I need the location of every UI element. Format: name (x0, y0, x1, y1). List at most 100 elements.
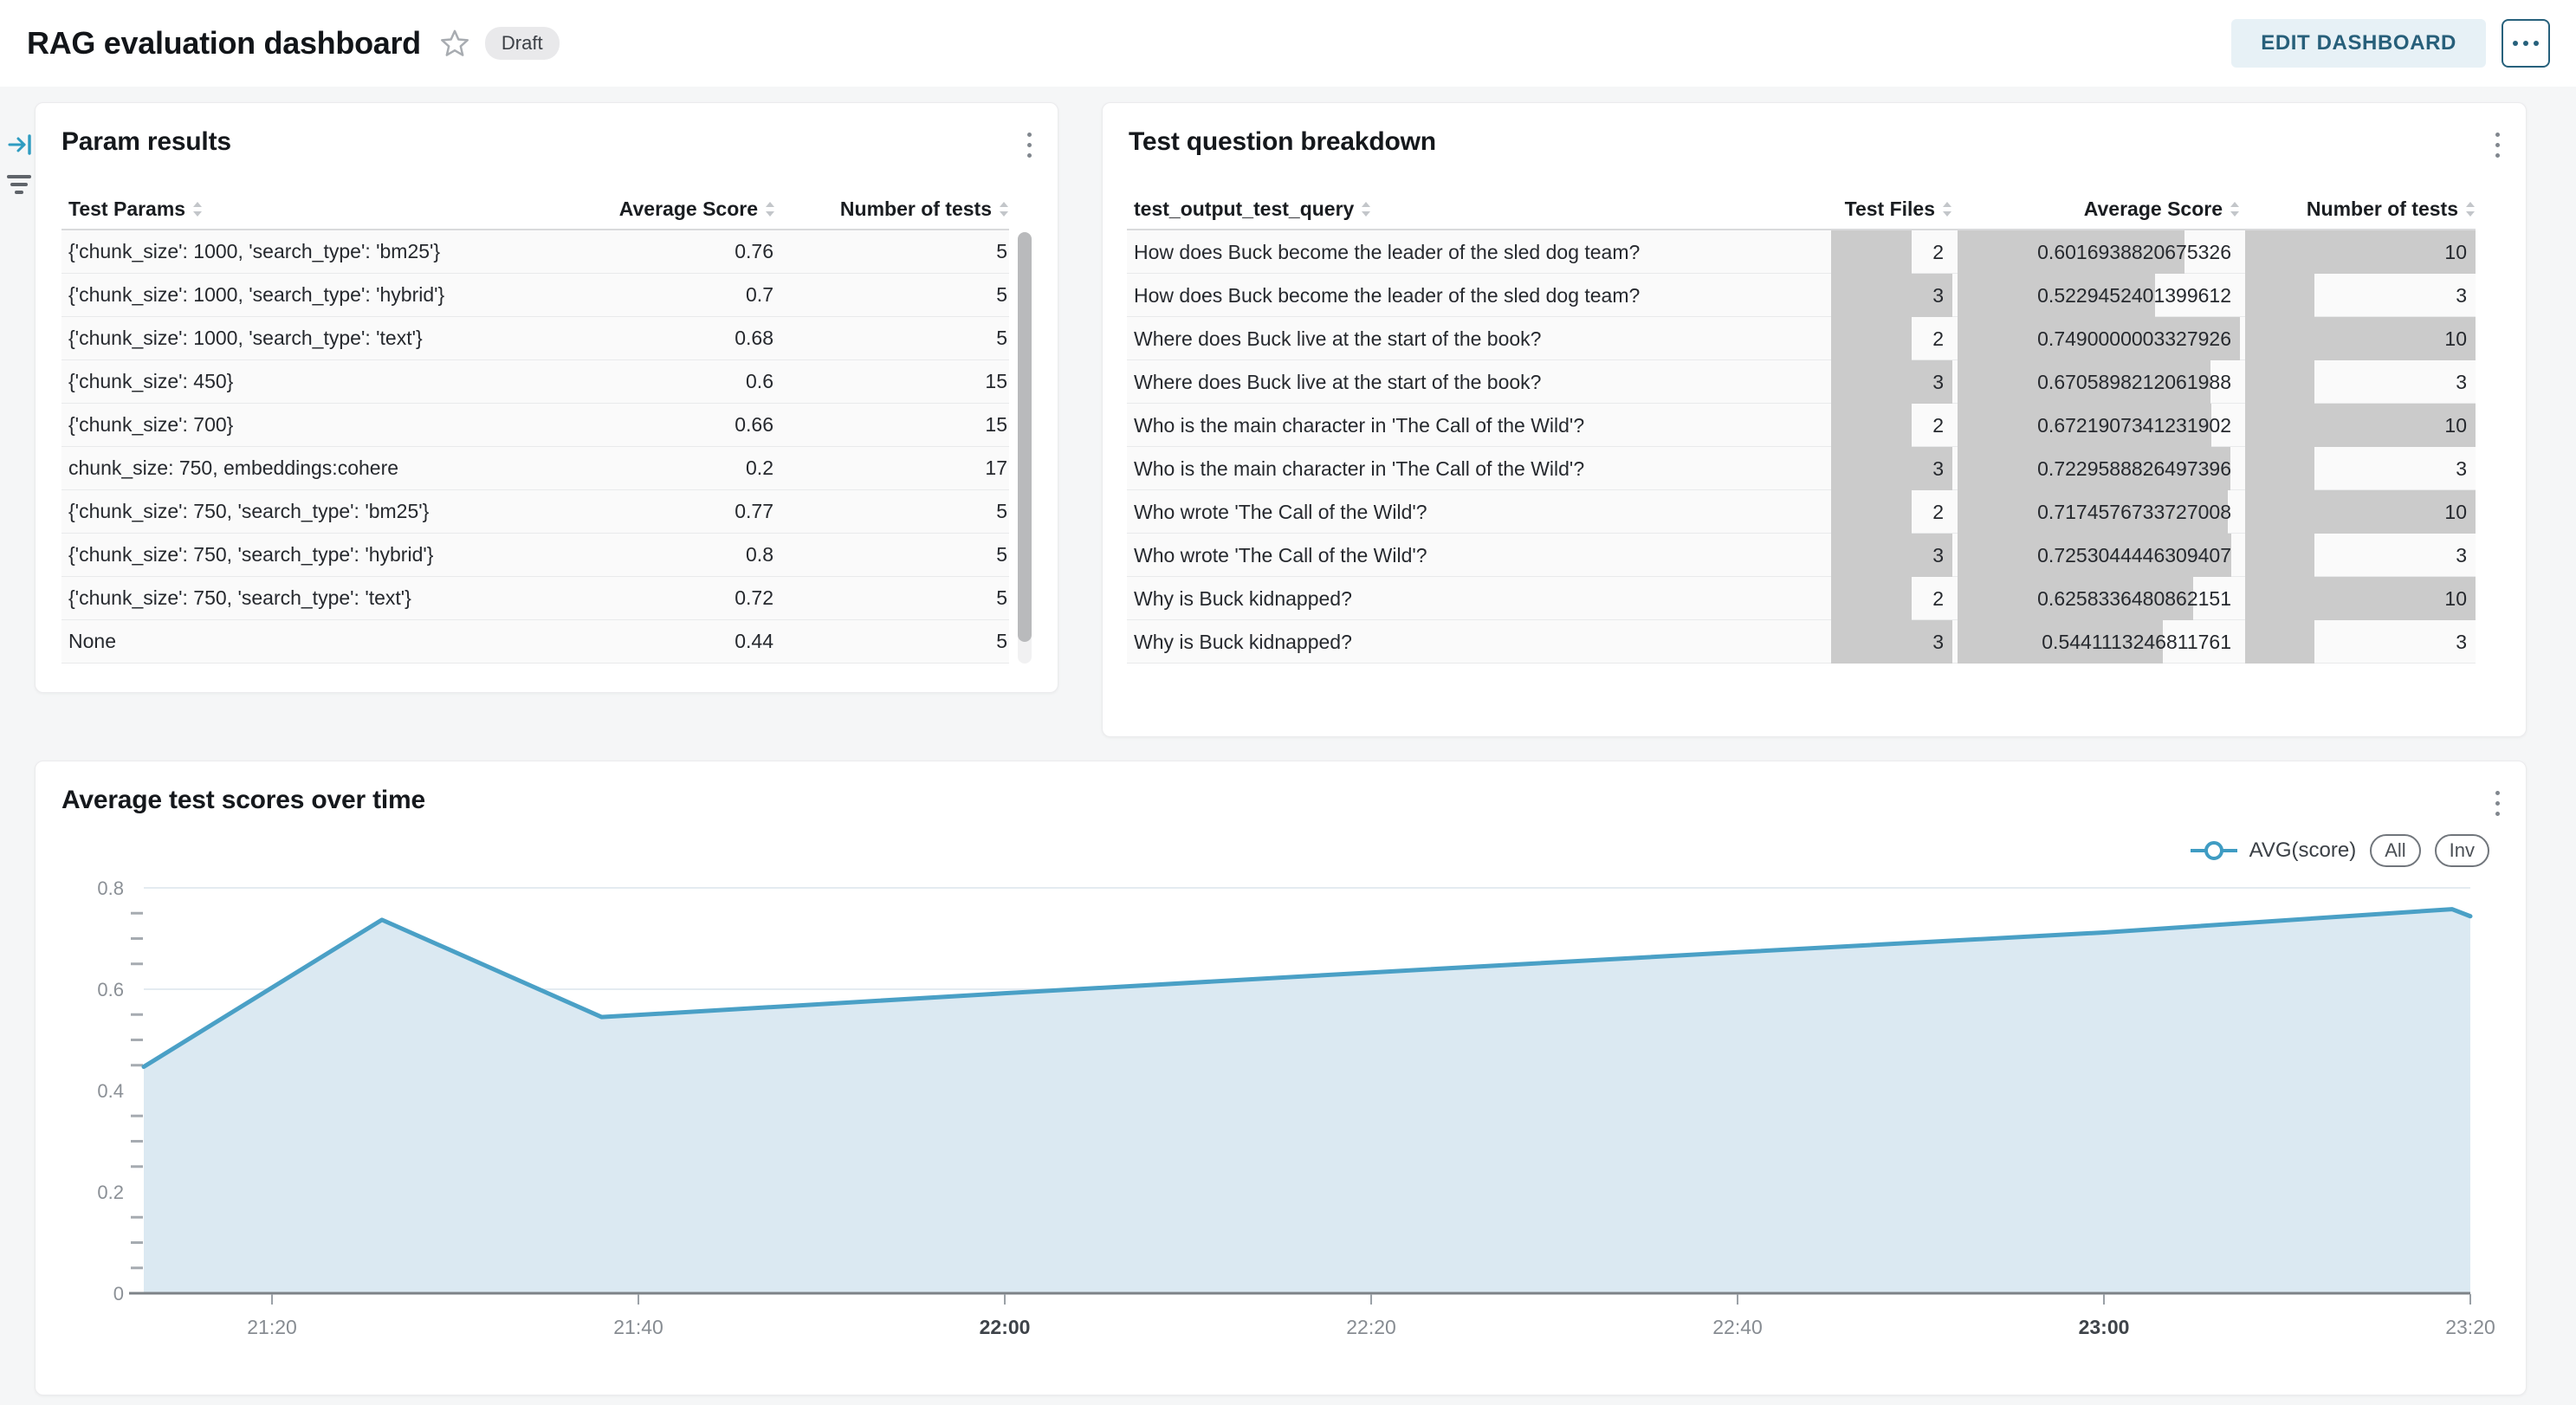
cell-test-query: Where does Buck live at the start of the… (1127, 327, 1826, 351)
cell-test-files-value: 3 (1932, 371, 1952, 394)
data-bar (1831, 317, 1912, 360)
cell-average-score: 0.66 (559, 413, 775, 437)
cell-number-of-tests: 3 (2245, 360, 2476, 404)
test-breakdown-kebab-icon[interactable] (2490, 127, 2505, 163)
sort-icon[interactable] (765, 202, 775, 217)
sort-icon[interactable] (999, 202, 1009, 217)
cell-test-query: Why is Buck kidnapped? (1127, 587, 1826, 611)
cell-number-of-tests: 10 (2245, 404, 2476, 447)
cell-average-score: 0.8 (559, 543, 775, 567)
column-header-test-params[interactable]: Test Params (61, 197, 559, 221)
svg-text:23:00: 23:00 (2079, 1316, 2130, 1338)
legend-inv-button[interactable]: Inv (2435, 834, 2489, 868)
table-row[interactable]: None0.445 (61, 620, 1009, 664)
cell-test-params: {'chunk_size': 750, 'search_type': 'bm25… (61, 500, 559, 523)
cell-test-files-value: 3 (1932, 457, 1952, 481)
param-results-kebab-icon[interactable] (1022, 127, 1037, 163)
param-results-table: Test Params Average Score Number of test… (61, 189, 1032, 664)
sort-icon[interactable] (192, 202, 203, 217)
cell-test-files: 2 (1831, 490, 1952, 534)
filter-icon[interactable] (5, 172, 33, 197)
cell-average-score: 0.5441113246811761 (1958, 620, 2240, 664)
header-more-button[interactable] (2502, 19, 2550, 68)
table-row[interactable]: {'chunk_size': 1000, 'search_type': 'hyb… (61, 274, 1009, 317)
sort-icon[interactable] (1942, 202, 1952, 217)
cell-test-query: Why is Buck kidnapped? (1127, 631, 1826, 654)
table-row[interactable]: Who wrote 'The Call of the Wild'?20.7174… (1127, 490, 2476, 534)
column-header-test-query[interactable]: test_output_test_query (1127, 197, 1826, 221)
cell-number-of-tests-value: 10 (2444, 327, 2476, 351)
legend-item-avg-score[interactable]: AVG(score) (2189, 838, 2357, 863)
table-row[interactable]: {'chunk_size': 750, 'search_type': 'text… (61, 577, 1009, 620)
table-row[interactable]: {'chunk_size': 1000, 'search_type': 'tex… (61, 317, 1009, 360)
cell-number-of-tests-value: 10 (2444, 587, 2476, 611)
cell-average-score-value: 0.6258336480862151 (2037, 587, 2240, 611)
data-bar (2245, 447, 2314, 490)
cell-test-files-value: 2 (1932, 414, 1952, 437)
table-row[interactable]: Why is Buck kidnapped? 3 0.544111324681176… (1127, 620, 2476, 664)
cell-number-of-tests-value: 3 (2456, 544, 2476, 567)
favorite-star-icon[interactable] (440, 29, 469, 58)
chart-kebab-icon[interactable] (2490, 786, 2505, 821)
cell-test-files-value: 2 (1932, 327, 1952, 351)
cell-average-score: 0.7490000003327926 (1958, 317, 2240, 360)
table-row[interactable]: Who wrote 'The Call of the Wild'?30.7253… (1127, 534, 2476, 577)
cell-number-of-tests-value: 10 (2444, 241, 2476, 264)
collapse-panel-icon[interactable] (7, 132, 35, 158)
table-row[interactable]: Where does Buck live at the start of the… (1127, 317, 2476, 360)
table-row[interactable]: {'chunk_size': 1000, 'search_type': 'bm2… (61, 230, 1009, 274)
cell-average-score-value: 0.6705898212061988 (2037, 371, 2240, 394)
table-row[interactable]: Who is the main character in 'The Call o… (1127, 447, 2476, 490)
cell-test-params: {'chunk_size': 750, 'search_type': 'text… (61, 586, 559, 610)
table-row[interactable]: Who is the main character in 'The Call o… (1127, 404, 2476, 447)
param-results-title: Param results (61, 127, 231, 157)
column-header-average-score[interactable]: Average Score (559, 197, 775, 221)
svg-text:0.6: 0.6 (97, 979, 124, 1000)
cell-number-of-tests-value: 10 (2444, 501, 2476, 524)
svg-text:22:40: 22:40 (1712, 1316, 1763, 1338)
table-row[interactable]: {'chunk_size': 750, 'search_type': 'hybr… (61, 534, 1009, 577)
cell-average-score-value: 0.6721907341231902 (2037, 414, 2240, 437)
table-row[interactable]: How does Buck become the leader of the s… (1127, 230, 2476, 274)
cell-number-of-tests: 15 (775, 370, 1009, 393)
sort-icon[interactable] (1361, 202, 1371, 217)
cell-number-of-tests: 17 (775, 456, 1009, 480)
test-breakdown-table: test_output_test_query Test Files Averag… (1127, 189, 2476, 664)
cell-average-score: 0.6 (559, 370, 775, 393)
cell-number-of-tests: 5 (775, 240, 1009, 263)
cell-number-of-tests: 10 (2245, 230, 2476, 274)
cell-average-score: 0.44 (559, 630, 775, 653)
table-row[interactable]: How does Buck become the leader of the s… (1127, 274, 2476, 317)
legend-all-button[interactable]: All (2370, 834, 2420, 868)
cell-average-score-value: 0.7174576733727008 (2037, 501, 2240, 524)
cell-number-of-tests-value: 3 (2456, 371, 2476, 394)
cell-average-score: 0.7174576733727008 (1958, 490, 2240, 534)
table-row[interactable]: {'chunk_size': 700}0.6615 (61, 404, 1009, 447)
svg-text:21:40: 21:40 (613, 1316, 663, 1338)
column-header-test-files[interactable]: Test Files (1831, 197, 1952, 221)
cell-test-query: How does Buck become the leader of the s… (1127, 284, 1826, 308)
cell-average-score: 0.6016938820675326 (1958, 230, 2240, 274)
scrollbar-thumb[interactable] (1018, 232, 1032, 642)
cell-number-of-tests: 5 (775, 327, 1009, 350)
table-scrollbar[interactable] (1018, 232, 1032, 664)
cell-average-score-value: 0.7490000003327926 (2037, 327, 2240, 351)
edit-dashboard-button[interactable]: EDIT DASHBOARD (2231, 19, 2486, 68)
column-header-number-of-tests[interactable]: Number of tests (2245, 197, 2476, 221)
cell-number-of-tests: 10 (2245, 317, 2476, 360)
table-row[interactable]: chunk_size: 750, embeddings:cohere0.217 (61, 447, 1009, 490)
table-row[interactable]: Why is Buck kidnapped?20.625833648086215… (1127, 577, 2476, 620)
cell-average-score: 0.2 (559, 456, 775, 480)
cell-number-of-tests-value: 3 (2456, 631, 2476, 654)
table-row[interactable]: Where does Buck live at the start of the… (1127, 360, 2476, 404)
scores-over-time-chart[interactable]: 00.20.40.60.821:2021:4022:0022:2022:4023… (36, 878, 2527, 1369)
cell-test-files: 3 (1831, 534, 1952, 577)
sort-icon[interactable] (2230, 202, 2240, 217)
column-header-average-score[interactable]: Average Score (1958, 197, 2240, 221)
sort-icon[interactable] (2465, 202, 2476, 217)
data-bar (2245, 490, 2476, 534)
cell-average-score-value: 0.5441113246811761 (2042, 631, 2240, 654)
table-row[interactable]: {'chunk_size': 750, 'search_type': 'bm25… (61, 490, 1009, 534)
column-header-number-of-tests[interactable]: Number of tests (775, 197, 1009, 221)
table-row[interactable]: {'chunk_size': 450}0.615 (61, 360, 1009, 404)
